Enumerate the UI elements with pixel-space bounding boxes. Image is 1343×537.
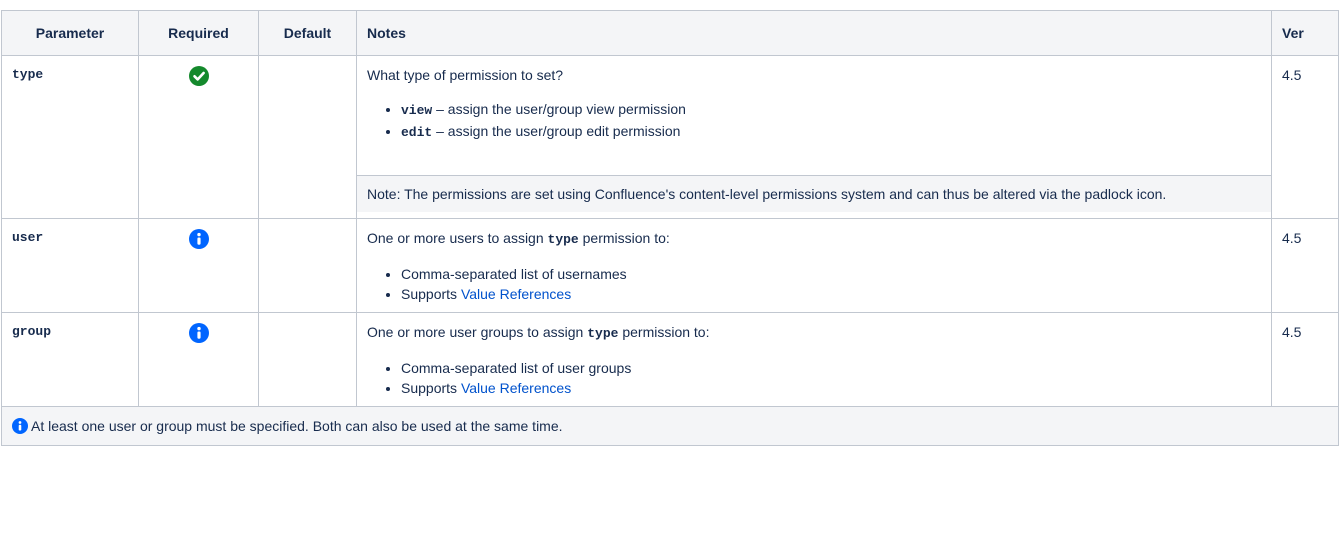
- notes-list: Comma-separated list of usernames Suppor…: [367, 264, 1261, 304]
- parameters-table: Parameter Required Default Notes Ver typ…: [1, 10, 1339, 446]
- required-cell: [138, 312, 259, 407]
- param-name: user: [1, 218, 139, 313]
- required-cell: [138, 55, 259, 219]
- value-references-link[interactable]: Value References: [461, 286, 571, 302]
- header-ver: Ver: [1271, 10, 1339, 56]
- notes-list: Comma-separated list of user groups Supp…: [367, 358, 1261, 398]
- header-parameter: Parameter: [1, 10, 139, 56]
- footer-note: At least one user or group must be speci…: [1, 406, 1339, 446]
- option-code: edit: [401, 125, 433, 140]
- header-required: Required: [138, 10, 259, 56]
- list-item: Comma-separated list of usernames: [401, 264, 1261, 284]
- option-description: – assign the user/group edit permission: [432, 123, 681, 139]
- list-item: Comma-separated list of user groups: [401, 358, 1261, 378]
- list-item: Supports Value References: [401, 284, 1261, 304]
- notes-list: view – assign the user/group view permis…: [367, 99, 1261, 143]
- notes-intro: One or more users to assign type permiss…: [367, 228, 1261, 250]
- value-references-link[interactable]: Value References: [461, 380, 571, 396]
- option-description: – assign the user/group view permission: [432, 101, 686, 117]
- notes-intro-text: permission to:: [618, 324, 710, 340]
- option-code: view: [401, 103, 433, 118]
- check-circle-icon: [188, 66, 209, 87]
- table-row: type What type of permission to set? vie…: [1, 55, 1339, 219]
- note-panel: Note: The permissions are set using Conf…: [357, 175, 1271, 212]
- table-header-row: Parameter Required Default Notes Ver: [1, 10, 1339, 56]
- notes-intro-code: type: [587, 326, 619, 341]
- info-icon: [12, 418, 28, 434]
- default-cell: [258, 218, 357, 313]
- table-row: group One or more user groups to assign …: [1, 312, 1339, 407]
- required-cell: [138, 218, 259, 313]
- table-footer-row: At least one user or group must be speci…: [1, 406, 1339, 446]
- ver-cell: 4.5: [1271, 312, 1339, 407]
- notes-intro: One or more user groups to assign type p…: [367, 322, 1261, 344]
- info-icon: [188, 229, 209, 250]
- table-row: user One or more users to assign type pe…: [1, 218, 1339, 313]
- info-icon: [188, 323, 209, 344]
- notes-cell: What type of permission to set? view – a…: [356, 55, 1272, 219]
- list-item-text: Supports: [401, 380, 461, 396]
- ver-cell: 4.5: [1271, 55, 1339, 219]
- list-item: view – assign the user/group view permis…: [401, 99, 1261, 121]
- param-name: type: [1, 55, 139, 219]
- param-name: group: [1, 312, 139, 407]
- notes-intro-text: One or more user groups to assign: [367, 324, 588, 340]
- notes-cell: One or more users to assign type permiss…: [356, 218, 1272, 313]
- notes-cell: One or more user groups to assign type p…: [356, 312, 1272, 407]
- header-notes: Notes: [356, 10, 1272, 56]
- list-item-text: Supports: [401, 286, 461, 302]
- header-default: Default: [258, 10, 357, 56]
- default-cell: [258, 312, 357, 407]
- notes-intro-code: type: [547, 232, 579, 247]
- ver-cell: 4.5: [1271, 218, 1339, 313]
- footer-text: At least one user or group must be speci…: [31, 418, 563, 434]
- list-item: Supports Value References: [401, 378, 1261, 398]
- notes-intro: What type of permission to set?: [367, 67, 564, 83]
- list-item: edit – assign the user/group edit permis…: [401, 121, 1261, 143]
- notes-intro-text: permission to:: [578, 230, 670, 246]
- notes-intro-text: One or more users to assign: [367, 230, 548, 246]
- default-cell: [258, 55, 357, 219]
